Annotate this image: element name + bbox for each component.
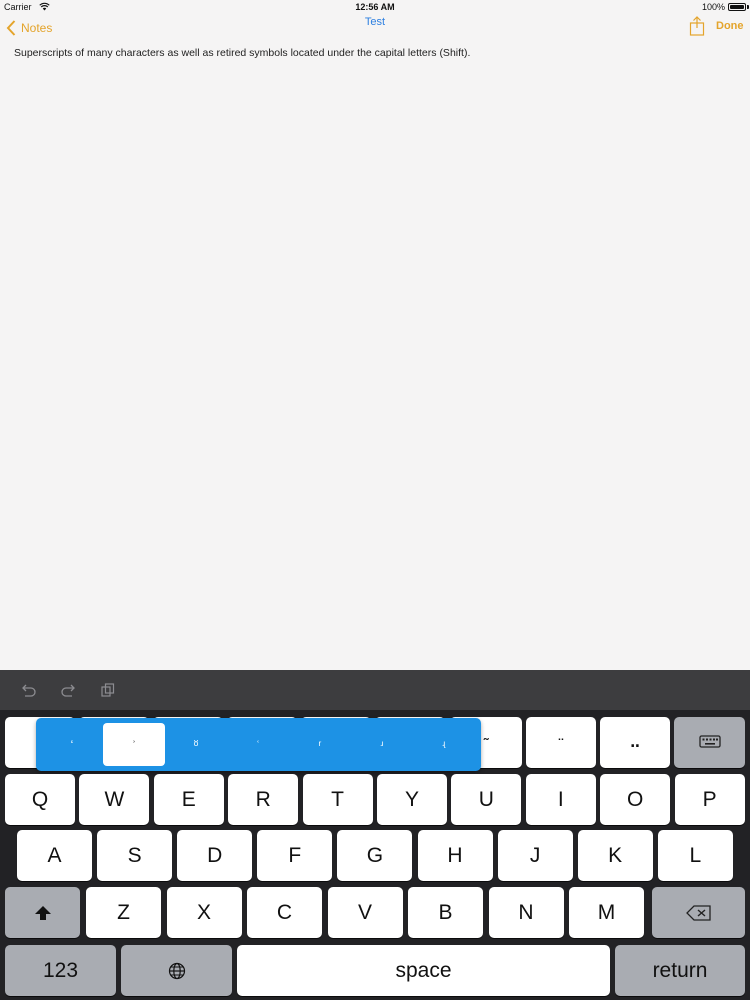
key-diaeresis[interactable]: ¨ bbox=[526, 717, 596, 768]
status-bar: Carrier 12:56 AM 100% bbox=[0, 0, 750, 14]
delete-button[interactable] bbox=[652, 887, 745, 938]
shift-button[interactable] bbox=[5, 887, 80, 938]
space-bar[interactable]: space bbox=[237, 945, 610, 996]
keyboard-dismiss-icon bbox=[698, 734, 721, 748]
key-z[interactable]: Z bbox=[86, 887, 161, 938]
key-g[interactable]: G bbox=[337, 830, 413, 881]
key-k[interactable]: K bbox=[577, 830, 653, 881]
key-c[interactable]: C bbox=[247, 887, 322, 938]
share-icon[interactable] bbox=[689, 16, 705, 36]
clock-label: 12:56 AM bbox=[355, 2, 395, 12]
alternate-char-option[interactable]: ʵ bbox=[413, 723, 475, 766]
alternate-char-option[interactable]: ᴽ bbox=[165, 723, 227, 766]
key-h[interactable]: H bbox=[417, 830, 493, 881]
undo-icon[interactable] bbox=[21, 683, 37, 697]
key-r[interactable]: R bbox=[228, 774, 299, 825]
globe-icon bbox=[168, 962, 185, 979]
globe-button[interactable] bbox=[121, 945, 232, 996]
key-x[interactable]: X bbox=[166, 887, 242, 938]
key-u[interactable]: U bbox=[451, 774, 522, 825]
battery-cap bbox=[747, 5, 749, 9]
key-two-dot-leader[interactable]: ‥ bbox=[600, 717, 670, 768]
alternate-char-option[interactable]: ʴ bbox=[351, 723, 413, 766]
key-y[interactable]: Y bbox=[377, 774, 447, 825]
battery-icon bbox=[728, 3, 746, 11]
key-e[interactable]: E bbox=[153, 774, 224, 825]
keyboard-toolbar bbox=[0, 670, 750, 710]
alternate-char-option[interactable]: ʾ bbox=[103, 723, 165, 766]
key-b[interactable]: B bbox=[408, 887, 483, 938]
nav-bar: Notes Test Done bbox=[0, 14, 750, 42]
backspace-icon bbox=[685, 904, 711, 921]
key-a[interactable]: A bbox=[17, 830, 92, 881]
alternate-char-option[interactable]: ʳ bbox=[289, 723, 351, 766]
numbers-button[interactable]: 123 bbox=[5, 945, 116, 996]
alternate-char-option[interactable]: ʻ bbox=[41, 723, 103, 766]
key-v[interactable]: V bbox=[327, 887, 403, 938]
key-i[interactable]: I bbox=[525, 774, 596, 825]
key-w[interactable]: W bbox=[79, 774, 150, 825]
shift-arrow-icon bbox=[34, 905, 51, 920]
key-s[interactable]: S bbox=[97, 830, 173, 881]
return-button[interactable]: return bbox=[615, 945, 745, 996]
key-m[interactable]: M bbox=[569, 887, 644, 938]
key-q[interactable]: Q bbox=[5, 774, 75, 825]
done-button[interactable]: Done bbox=[716, 20, 744, 32]
paste-icon[interactable] bbox=[100, 683, 116, 697]
alternate-char-option[interactable]: ʿ bbox=[227, 723, 289, 766]
key-j[interactable]: J bbox=[497, 830, 573, 881]
key-l[interactable]: L bbox=[657, 830, 733, 881]
key-f[interactable]: F bbox=[257, 830, 333, 881]
key-t[interactable]: T bbox=[302, 774, 373, 825]
note-title: Test bbox=[364, 16, 386, 28]
key-n[interactable]: N bbox=[488, 887, 564, 938]
note-text-area[interactable]: Superscripts of many characters as well … bbox=[14, 46, 734, 60]
key-o[interactable]: O bbox=[600, 774, 671, 825]
redo-icon[interactable] bbox=[60, 683, 76, 697]
key-p[interactable]: P bbox=[674, 774, 745, 825]
battery-percent: 100% bbox=[701, 2, 725, 12]
key-d[interactable]: D bbox=[177, 830, 253, 881]
hide-keyboard-button[interactable] bbox=[674, 717, 745, 768]
